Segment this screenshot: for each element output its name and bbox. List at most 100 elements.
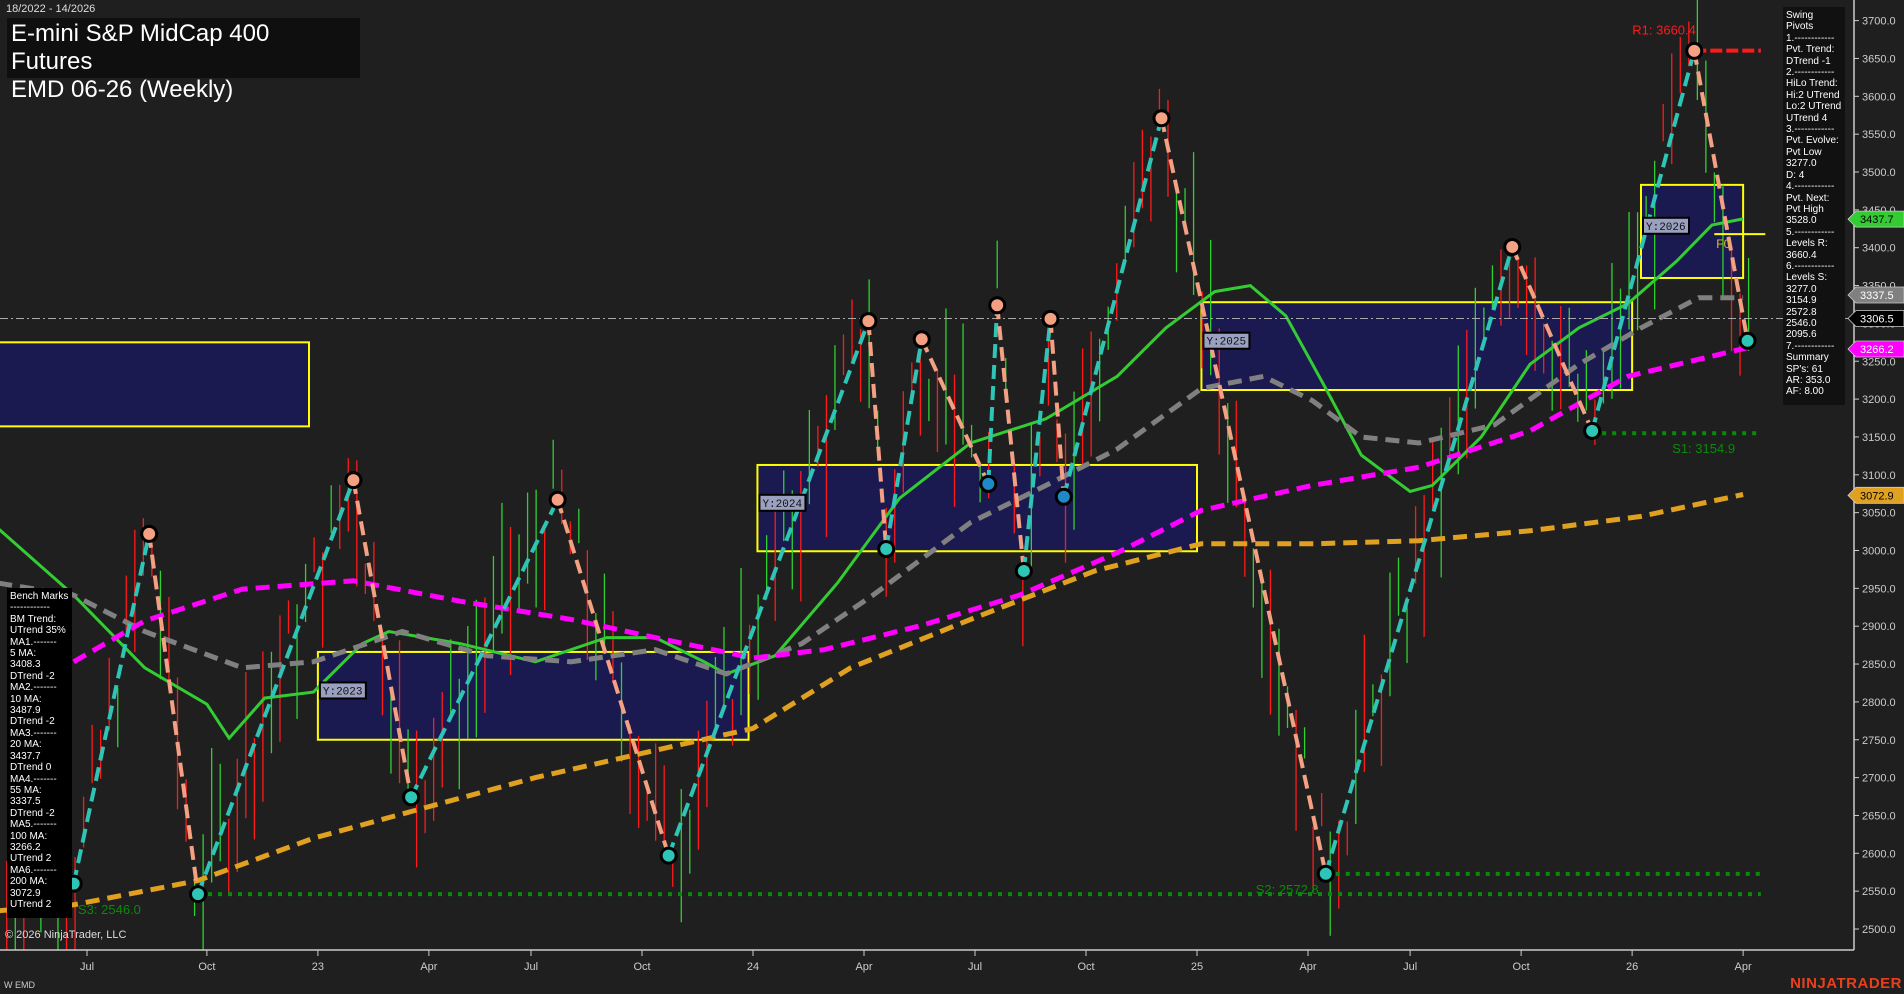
y-tick-label: 2500.0 xyxy=(1862,924,1896,936)
pivot-low-marker xyxy=(1738,331,1757,350)
y-tick-label: 2800.0 xyxy=(1862,697,1896,709)
x-tick-label: Oct xyxy=(633,961,650,973)
x-tick-label: Jul xyxy=(80,961,94,973)
panel-line: 3277.0 xyxy=(1786,283,1817,295)
panel-line: ------------ xyxy=(10,602,50,614)
x-tick-label: Jul xyxy=(524,961,538,973)
price-chart[interactable]: R1: 3660.4S1: 3154.9S2: 2572.8S3: 2546.0… xyxy=(0,0,1904,994)
year-box xyxy=(756,463,1198,553)
panel-line: DTrend -2 xyxy=(10,670,55,682)
price-tag-label: 3337.5 xyxy=(1860,290,1894,302)
panel-line: Hi:2 UTrend xyxy=(1786,89,1840,101)
pivot-low-marker xyxy=(659,846,678,865)
y-tick-label: 2550.0 xyxy=(1862,886,1896,898)
panel-line: UTrend 2 xyxy=(10,898,52,910)
pivot-high-marker xyxy=(548,490,567,509)
panel-line: 1.------------ xyxy=(1786,32,1835,44)
instrument-title: E-mini S&P MidCap 400 Futures xyxy=(11,20,270,75)
panel-line: 3277.0 xyxy=(1786,158,1817,170)
panel-line: 3337.5 xyxy=(10,796,41,808)
panel-line: 2.------------ xyxy=(1786,67,1835,79)
contract-title: EMD 06-26 (Weekly) xyxy=(11,76,234,103)
swing-line xyxy=(986,305,1000,484)
pivot-low-marker xyxy=(402,788,421,807)
x-tick-label: Jul xyxy=(968,961,982,973)
swing-line xyxy=(1061,117,1164,498)
panel-line: HiLo Trend: xyxy=(1786,78,1838,90)
panel-line: Pvt Low xyxy=(1786,146,1822,158)
y-tick-label: 2600.0 xyxy=(1862,848,1896,860)
panel-line: D: 4 xyxy=(1786,169,1805,181)
date-range: 18/2022 - 14/2026 xyxy=(6,3,96,15)
y-tick-label: 3650.0 xyxy=(1862,53,1896,65)
panel-line: 100 MA: xyxy=(10,830,48,842)
swing-pivots-panel: Swing Pivots 1.------------ Pvt. Trend: DTr… xyxy=(1783,7,1845,405)
x-tick-label: Oct xyxy=(1077,961,1094,973)
y-tick-label: 3250.0 xyxy=(1862,356,1896,368)
price-tag-label: 3266.2 xyxy=(1860,344,1894,356)
x-tick-label: 25 xyxy=(1191,961,1203,973)
panel-line: 3154.9 xyxy=(1786,295,1817,307)
x-tick-label: 26 xyxy=(1626,961,1638,973)
panel-line: 3487.9 xyxy=(10,705,41,717)
panel-line: Pvt High xyxy=(1786,203,1824,215)
panel-line: Pvt. Next: xyxy=(1786,192,1830,204)
panel-line: 5 MA: xyxy=(10,648,37,660)
panel-line: 4.------------ xyxy=(1786,181,1835,193)
panel-line: 2572.8 xyxy=(1786,306,1817,318)
panel-line: 10 MA: xyxy=(10,693,42,705)
panel-line: DTrend -2 xyxy=(10,807,55,819)
year-box-label: Y:2026 xyxy=(1646,222,1686,234)
pivot-low-marker xyxy=(189,885,207,904)
pivot-low-marker xyxy=(979,474,998,493)
panel-line: 3660.4 xyxy=(1786,249,1817,261)
panel-line: DTrend 0 xyxy=(10,762,52,774)
panel-line: AF: 8.00 xyxy=(1786,386,1824,398)
panel-line: Summary xyxy=(1786,352,1829,364)
panel-line: 3266.2 xyxy=(10,841,41,853)
panel-line: SP's: 61 xyxy=(1786,363,1823,375)
x-tick-label: Apr xyxy=(1735,961,1752,973)
pivot-high-marker xyxy=(1152,109,1171,128)
panel-line: BM Trend: xyxy=(10,613,57,625)
y-tick-label: 2750.0 xyxy=(1862,735,1896,747)
panel-line: AR: 353.0 xyxy=(1786,375,1831,386)
y-tick-label: 3100.0 xyxy=(1862,470,1896,482)
panel-line: MA2.------- xyxy=(10,682,57,694)
swing-line xyxy=(666,320,871,857)
plot-area: R1: 3660.4S1: 3154.9S2: 2572.8S3: 2546.0… xyxy=(0,0,1854,950)
swing-line xyxy=(147,533,200,895)
bench-marks-panel: Bench Marks ------------ BM Trend: UTrend 3… xyxy=(7,588,72,918)
panel-line: UTrend 2 xyxy=(10,853,52,865)
fib-label: F0 xyxy=(1716,237,1730,251)
panel-line: 3528.0 xyxy=(1786,215,1817,227)
panel-line: MA3.------- xyxy=(10,727,57,739)
price-tag-label: 3306.5 xyxy=(1860,313,1894,325)
panel-line: 3.------------ xyxy=(1786,124,1835,136)
panel-line: 2095.6 xyxy=(1786,329,1817,341)
chart-title-box: E-mini S&P MidCap 400 Futures EMD 06-26 … xyxy=(7,18,360,103)
panel-line: MA6.------- xyxy=(10,864,57,876)
pivot-low-marker xyxy=(877,539,896,558)
level-label: R1: 3660.4 xyxy=(1632,23,1696,38)
y-tick-label: 2850.0 xyxy=(1862,659,1896,671)
panel-line: 7.------------ xyxy=(1786,340,1835,352)
year-box xyxy=(0,341,311,428)
y-tick-label: 3600.0 xyxy=(1862,91,1896,103)
symbol-label: W EMD xyxy=(4,980,35,990)
panel-line: 200 MA: xyxy=(10,876,48,888)
pivot-low-marker xyxy=(1583,421,1602,440)
pivot-high-marker xyxy=(1503,237,1522,256)
level-label: S1: 3154.9 xyxy=(1672,441,1735,456)
panel-line: 3408.3 xyxy=(10,659,41,671)
pivot-high-marker xyxy=(912,330,931,349)
y-tick-label: 3500.0 xyxy=(1862,167,1896,179)
pivot-low-marker xyxy=(1054,487,1073,506)
ninjatrader-logo: NINJATRADER xyxy=(1790,975,1902,992)
panel-line: 5.------------ xyxy=(1786,226,1835,238)
copyright: © 2026 NinjaTrader, LLC xyxy=(5,929,127,941)
y-tick-label: 2650.0 xyxy=(1862,810,1896,822)
year-box-label: Y:2024 xyxy=(762,499,802,511)
x-tick-label: Apr xyxy=(1299,961,1316,973)
pivot-high-marker xyxy=(988,296,1007,315)
